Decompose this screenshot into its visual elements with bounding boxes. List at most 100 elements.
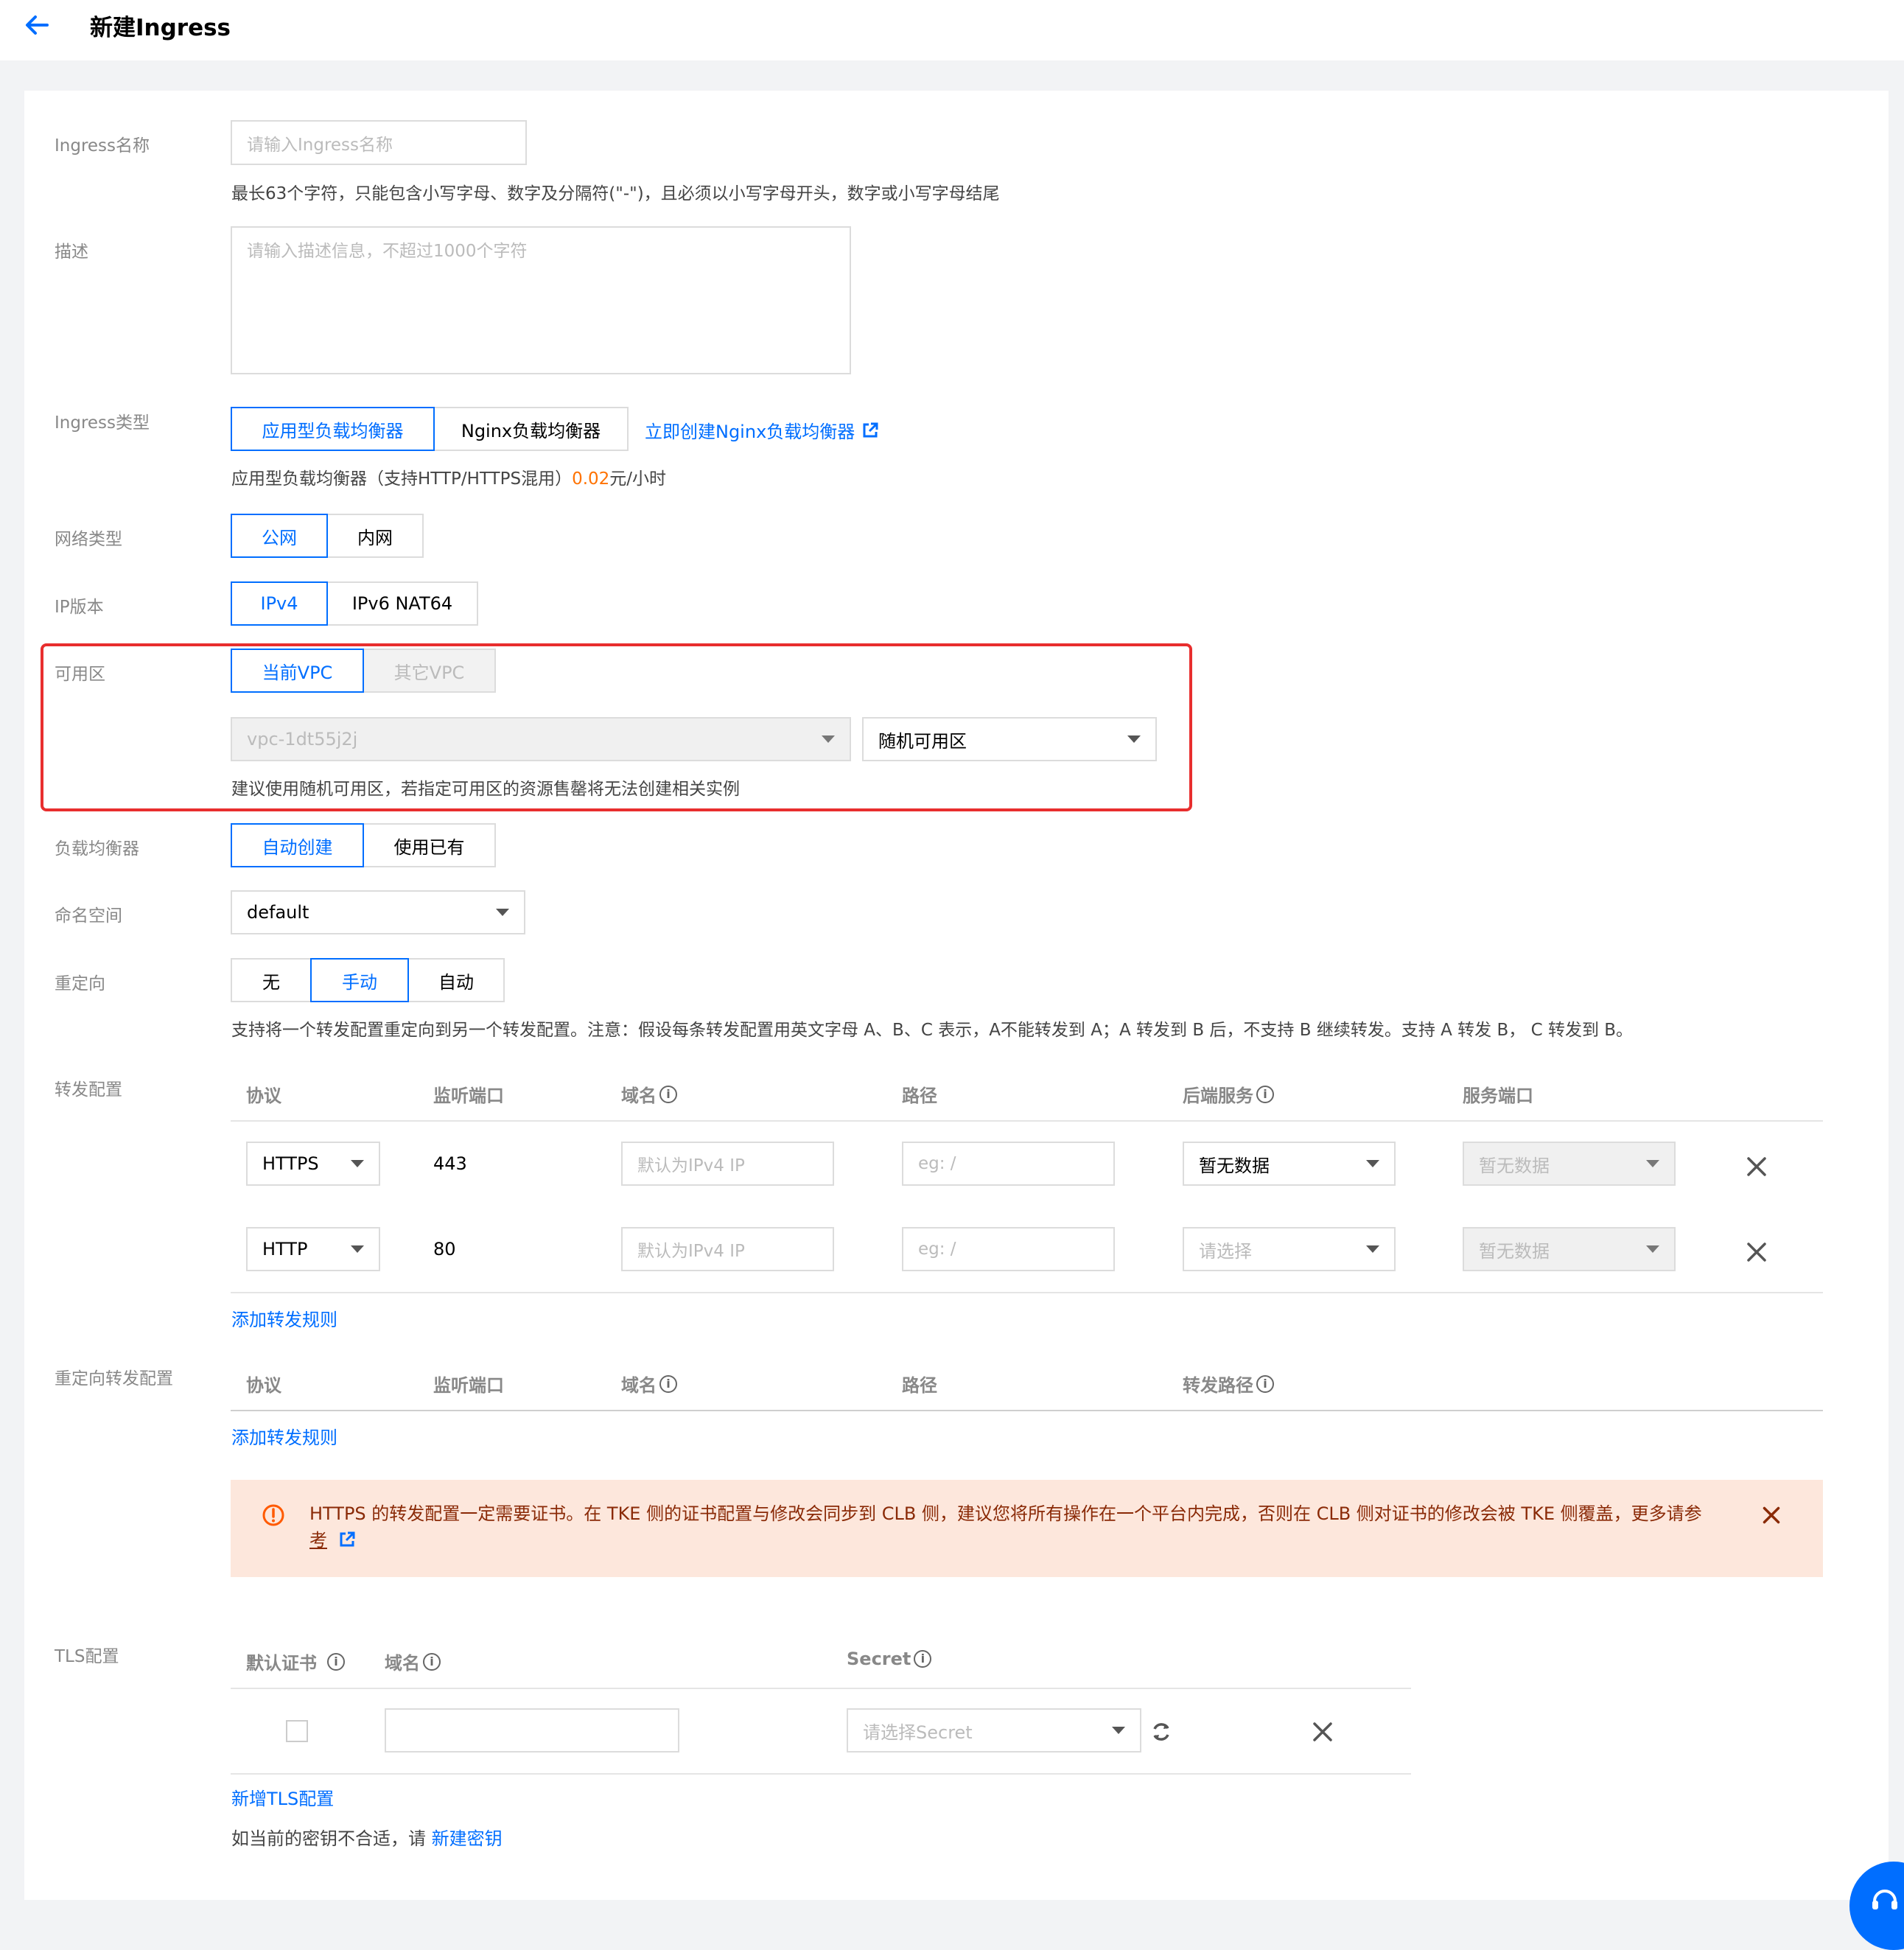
forward-col-protocol: 协议: [246, 1086, 281, 1106]
zone-select[interactable]: 随机可用区: [862, 717, 1157, 761]
tls-footer: 如当前的密钥不合适，请 新建密钥: [231, 1828, 503, 1849]
chevron-down-icon: [351, 1160, 364, 1167]
vpc-option-other[interactable]: 其它VPC: [363, 649, 496, 693]
description-label: 描述: [55, 242, 88, 262]
chevron-down-icon: [1127, 735, 1141, 743]
ingress-name-label: Ingress名称: [55, 136, 150, 155]
network-option-public[interactable]: 公网: [231, 514, 328, 558]
forward-row2-service-port-select[interactable]: 暂无数据: [1463, 1227, 1676, 1271]
chevron-down-icon: [351, 1245, 364, 1253]
redirect-col-protocol: 协议: [246, 1375, 281, 1396]
tls-col-default-cert: 默认证书 i: [246, 1649, 345, 1674]
tls-config-label: TLS配置: [55, 1647, 119, 1666]
back-arrow-icon[interactable]: [22, 10, 52, 40]
forward-row2-path-input[interactable]: eg: /: [902, 1227, 1115, 1271]
tls-col-secret: Secret i: [847, 1649, 932, 1669]
tls-add-config-link[interactable]: 新增TLS配置: [231, 1784, 334, 1810]
forward-row1-domain-input[interactable]: 默认为IPv4 IP: [621, 1142, 834, 1186]
redirect-col-domain: 域名 i: [621, 1371, 677, 1397]
ingress-type-option-app-lb[interactable]: 应用型负载均衡器: [231, 407, 435, 451]
redirect-hint: 支持将一个转发配置重定向到另一个转发配置。注意：假设每条转发配置用英文字母 A、…: [231, 1021, 1634, 1040]
redirect-label: 重定向: [55, 974, 105, 993]
forward-row2-domain-input[interactable]: 默认为IPv4 IP: [621, 1227, 834, 1271]
ip-version-segment: IPv4 IPv6 NAT64: [231, 581, 478, 626]
create-secret-link[interactable]: 新建密钥: [432, 1828, 503, 1849]
ip-version-label: IP版本: [55, 598, 104, 617]
forward-row2-delete-icon[interactable]: [1746, 1241, 1768, 1263]
warning-icon: [262, 1504, 284, 1526]
forward-col-port: 监听端口: [433, 1086, 504, 1106]
redirect-header-divider: [231, 1410, 1823, 1411]
tls-row-delete-icon[interactable]: [1312, 1721, 1334, 1743]
forward-row1-service-port-select[interactable]: 暂无数据: [1463, 1142, 1676, 1186]
lb-option-auto-create[interactable]: 自动创建: [231, 823, 364, 867]
redirect-forward-label: 重定向转发配置: [55, 1369, 173, 1388]
forward-row1-port: 443: [433, 1153, 467, 1174]
namespace-label: 命名空间: [55, 906, 122, 926]
forward-add-rule-link[interactable]: 添加转发规则: [231, 1305, 337, 1331]
info-icon[interactable]: i: [1256, 1374, 1274, 1393]
ingress-type-option-nginx-lb[interactable]: Nginx负载均衡器: [433, 407, 629, 451]
forward-bottom-divider: [231, 1292, 1823, 1293]
chevron-down-icon: [822, 735, 835, 743]
redirect-col-path: 路径: [902, 1375, 937, 1396]
network-option-private[interactable]: 内网: [326, 514, 424, 558]
tls-domain-input[interactable]: [385, 1708, 679, 1752]
zone-label: 可用区: [55, 665, 105, 684]
forward-row1-path-input[interactable]: eg: /: [902, 1142, 1115, 1186]
redirect-col-port: 监听端口: [433, 1375, 504, 1396]
lb-option-use-existing[interactable]: 使用已有: [363, 823, 496, 867]
external-link-icon[interactable]: [339, 1531, 355, 1548]
network-type-segment: 公网 内网: [231, 514, 424, 558]
create-nginx-lb-link[interactable]: 立即创建Nginx负载均衡器: [645, 417, 878, 443]
chevron-down-icon: [1646, 1160, 1659, 1167]
chevron-down-icon: [1112, 1727, 1125, 1734]
vpc-select[interactable]: vpc-1dt55j2j: [231, 717, 851, 761]
price-value: 0.02: [572, 469, 610, 489]
page-header: [0, 0, 1904, 60]
redirect-add-rule-link[interactable]: 添加转发规则: [231, 1423, 337, 1449]
load-balancer-segment: 自动创建 使用已有: [231, 823, 496, 867]
load-balancer-label: 负载均衡器: [55, 839, 139, 859]
description-textarea[interactable]: 请输入描述信息，不超过1000个字符: [231, 226, 851, 374]
info-icon[interactable]: i: [659, 1374, 677, 1393]
info-icon[interactable]: i: [423, 1652, 441, 1671]
page-title: 新建Ingress: [90, 15, 231, 41]
forward-row2-backend-select[interactable]: 请选择: [1183, 1227, 1396, 1271]
info-icon[interactable]: i: [914, 1650, 932, 1668]
external-link-icon: [863, 422, 878, 437]
redirect-option-manual[interactable]: 手动: [310, 958, 409, 1002]
ingress-type-label: Ingress类型: [55, 413, 150, 433]
redirect-segment: 无 手动 自动: [231, 958, 505, 1002]
namespace-select[interactable]: default: [231, 890, 525, 934]
ip-option-ipv6-nat64[interactable]: IPv6 NAT64: [326, 581, 478, 626]
tls-secret-select[interactable]: 请选择Secret: [847, 1708, 1141, 1752]
chevron-down-icon: [1366, 1160, 1379, 1167]
forward-col-path: 路径: [902, 1086, 937, 1106]
redirect-option-auto[interactable]: 自动: [407, 958, 505, 1002]
tls-col-domain: 域名 i: [385, 1649, 441, 1674]
vpc-option-current[interactable]: 当前VPC: [231, 649, 364, 693]
forward-row1-backend-select[interactable]: 暂无数据: [1183, 1142, 1396, 1186]
info-icon[interactable]: i: [327, 1652, 345, 1671]
forward-col-domain: 域名 i: [621, 1081, 677, 1107]
tls-header-divider: [231, 1688, 1411, 1689]
alert-close-icon[interactable]: [1762, 1506, 1781, 1525]
tls-default-cert-checkbox[interactable]: [286, 1720, 308, 1742]
info-icon[interactable]: i: [1256, 1085, 1274, 1103]
ip-option-ipv4[interactable]: IPv4: [231, 581, 328, 626]
network-type-label: 网络类型: [55, 530, 122, 549]
chevron-down-icon: [496, 909, 509, 916]
ingress-name-input[interactable]: 请输入Ingress名称: [231, 120, 527, 165]
forward-row1-delete-icon[interactable]: [1746, 1156, 1768, 1178]
forward-row2-protocol-select[interactable]: HTTP: [246, 1227, 380, 1271]
headset-icon: [1872, 1890, 1897, 1909]
info-icon[interactable]: i: [659, 1085, 677, 1103]
forward-header-divider: [231, 1120, 1823, 1122]
forward-col-backend: 后端服务 i: [1183, 1081, 1274, 1107]
alert-reference-link[interactable]: 考: [309, 1530, 327, 1551]
forward-row1-protocol-select[interactable]: HTTPS: [246, 1142, 380, 1186]
redirect-option-none[interactable]: 无: [231, 958, 312, 1002]
alert-message: HTTPS 的转发配置一定需要证书。在 TKE 侧的证书配置与修改会同步到 CL…: [309, 1503, 1702, 1551]
refresh-icon[interactable]: [1149, 1720, 1173, 1744]
